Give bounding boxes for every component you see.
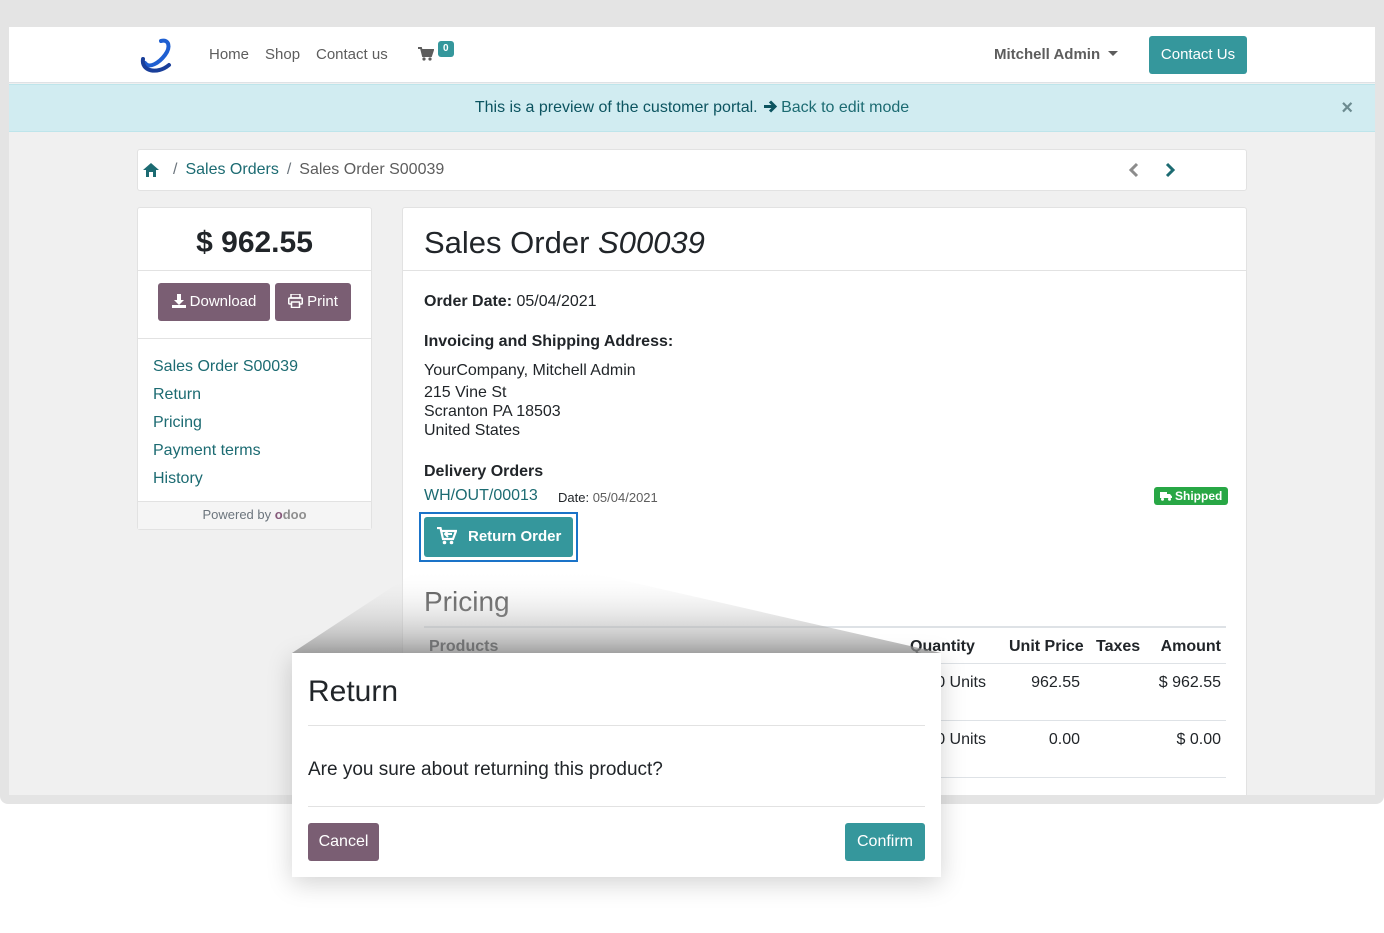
sidebar-nav: Sales Order S00039 Return Pricing Paymen…: [138, 339, 371, 493]
header-unit-price: Unit Price: [1009, 638, 1084, 655]
sidebar-actions: Download Print: [138, 271, 371, 339]
cart-button[interactable]: 0: [418, 41, 458, 69]
header-amount: Amount: [1160, 638, 1221, 655]
breadcrumb-current: Sales Order S00039: [299, 161, 445, 178]
address-line: 215 Vine St: [424, 384, 507, 401]
return-order-label: Return Order: [468, 528, 562, 545]
print-label: Print: [307, 293, 338, 310]
delivery-orders-title: Delivery Orders: [424, 463, 544, 480]
row-unit-price: 0.00: [1048, 731, 1080, 748]
breadcrumb-separator: /: [286, 161, 292, 178]
sidebar-item-sales-order[interactable]: Sales Order S00039: [153, 353, 371, 381]
row-amount: $ 962.55: [1158, 674, 1221, 691]
powered-by-footer: Powered by odoo: [138, 501, 371, 529]
breadcrumb-sales-orders[interactable]: Sales Orders: [185, 161, 278, 178]
home-icon[interactable]: [143, 162, 159, 177]
header-taxes: Taxes: [1096, 638, 1141, 655]
odoo-logo[interactable]: odoo: [275, 507, 307, 522]
address-line: Scranton PA 18503: [424, 403, 561, 420]
user-name: Mitchell Admin: [994, 46, 1101, 63]
nav-contact-link[interactable]: Contact us: [316, 46, 388, 63]
print-icon: [288, 293, 304, 309]
order-date-value: 05/04/2021: [516, 293, 597, 310]
cart-count-badge: 0: [438, 41, 454, 57]
delivery-date: Date: 05/04/2021: [558, 490, 658, 505]
pricing-title: Pricing: [424, 586, 510, 617]
sidebar-item-history[interactable]: History: [153, 465, 371, 493]
cart-return-icon: [437, 527, 457, 545]
portal-preview-alert: This is a preview of the customer portal…: [9, 84, 1375, 132]
delivery-order-link[interactable]: WH/OUT/00013: [424, 487, 538, 505]
return-confirm-dialog: Return Are you sure about returning this…: [292, 653, 941, 877]
dialog-message: Are you sure about returning this produc…: [308, 759, 663, 780]
order-sidebar: $ 962.55 Download Print Sales Order S000…: [137, 207, 372, 530]
cancel-button[interactable]: Cancel: [308, 823, 379, 861]
user-menu-dropdown[interactable]: Mitchell Admin: [994, 46, 1119, 63]
download-label: Download: [189, 293, 257, 310]
shopping-cart-icon: [418, 47, 434, 61]
print-button[interactable]: Print: [275, 283, 351, 321]
confirm-button[interactable]: Confirm: [845, 823, 925, 861]
address-block: YourCompany, Mitchell Admin 215 Vine St …: [424, 361, 636, 441]
download-icon: [171, 294, 186, 308]
dialog-title: Return: [308, 675, 399, 708]
back-to-edit-link[interactable]: Back to edit mode: [762, 99, 909, 116]
delivery-date-value: 05/04/2021: [592, 490, 658, 505]
status-badge: Shipped: [1154, 487, 1229, 505]
sidebar-item-payment-terms[interactable]: Payment terms: [153, 437, 371, 465]
nav-home-link[interactable]: Home: [209, 46, 249, 63]
order-date-label: Order Date:: [424, 293, 513, 310]
sidebar-item-pricing[interactable]: Pricing: [153, 409, 371, 437]
breadcrumb: / Sales Orders / Sales Order S00039: [137, 149, 1247, 191]
top-navbar: Home Shop Contact us 0 Mitchell Admin Co…: [9, 27, 1375, 83]
status-badge-label: Shipped: [1175, 489, 1223, 503]
powered-by-text: Powered by: [202, 507, 272, 522]
chevron-left-icon[interactable]: [1128, 162, 1140, 178]
delivery-date-label: Date:: [558, 490, 590, 505]
sidebar-item-return[interactable]: Return: [153, 381, 371, 409]
order-date-row: Order Date: 05/04/2021: [424, 293, 597, 311]
download-button[interactable]: Download: [158, 283, 270, 321]
caret-down-icon: [1108, 51, 1119, 56]
contact-us-button[interactable]: Contact Us: [1149, 36, 1247, 74]
page-title: Sales Order S00039: [403, 208, 1246, 271]
address-title: Invoicing and Shipping Address:: [424, 333, 674, 350]
row-amount: $ 0.00: [1176, 731, 1221, 748]
divider: [308, 806, 925, 807]
address-line: YourCompany, Mitchell Admin: [424, 362, 636, 379]
order-title-prefix: Sales Order: [424, 225, 590, 260]
truck-icon: [1160, 492, 1172, 501]
order-total: $ 962.55: [138, 208, 371, 271]
company-logo-icon[interactable]: [139, 35, 177, 77]
breadcrumb-separator: /: [173, 161, 178, 178]
return-order-button[interactable]: Return Order: [424, 517, 573, 557]
divider: [308, 725, 925, 726]
row-unit-price: 962.55: [1031, 674, 1080, 691]
address-line: United States: [424, 422, 521, 439]
chevron-right-icon[interactable]: [1164, 162, 1176, 178]
nav-shop-link[interactable]: Shop: [265, 46, 300, 63]
back-to-edit-label: Back to edit mode: [781, 99, 910, 116]
close-icon[interactable]: ×: [1341, 85, 1353, 131]
alert-text: This is a preview of the customer portal…: [474, 99, 758, 116]
arrow-right-icon: [764, 100, 778, 113]
order-number: S00039: [598, 225, 705, 260]
